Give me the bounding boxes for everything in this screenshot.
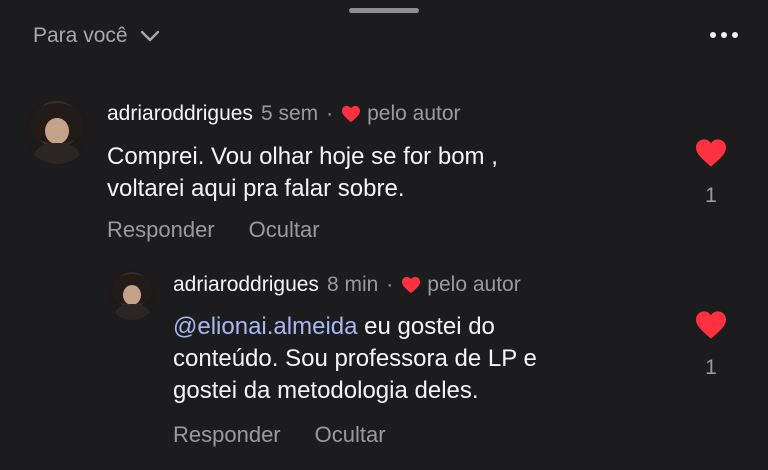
like-count: 1 <box>705 356 717 379</box>
like-count: 1 <box>705 184 717 207</box>
more-options-icon[interactable] <box>710 32 738 38</box>
comments-sheet: Para você adriaroddrigues 5 sem · pelo a… <box>0 0 768 470</box>
mention-link[interactable]: @elionai.almeida <box>173 313 357 340</box>
comment-time: 5 sem <box>260 102 319 125</box>
hide-button[interactable]: Ocultar <box>249 217 320 243</box>
liked-by-author-label: pelo autor <box>427 273 521 296</box>
comment-text-line: Comprei. Vou olhar hoje se for bom , <box>107 143 498 170</box>
comment-text-line: gostei da metodologia deles. <box>173 377 479 404</box>
comment-text-fragment: eu gostei do <box>357 313 495 340</box>
comment-username[interactable]: adriaroddrigues <box>107 102 253 126</box>
filter-label: Para você <box>33 24 128 47</box>
reply-button[interactable]: Responder <box>173 422 281 448</box>
like-heart-icon[interactable] <box>694 138 728 168</box>
comment-username[interactable]: adriaroddrigues <box>173 273 319 297</box>
avatar[interactable] <box>107 270 157 320</box>
like-heart-icon[interactable] <box>694 310 728 340</box>
hide-button[interactable]: Ocultar <box>315 422 386 448</box>
reply-button[interactable]: Responder <box>107 217 215 243</box>
liked-by-author-label: pelo autor <box>367 102 461 125</box>
comment-text-line: @elionai.almeida eu gostei do <box>173 311 537 343</box>
comment-text-line: voltarei aqui pra falar sobre. <box>107 175 405 202</box>
comment-filter-dropdown[interactable]: Para você <box>33 24 160 48</box>
avatar[interactable] <box>24 98 90 164</box>
heart-icon <box>342 105 361 123</box>
sheet-grabber[interactable] <box>349 8 419 13</box>
comment-text: @elionai.almeida eu gostei do conteúdo. … <box>173 311 537 407</box>
heart-icon <box>402 276 421 294</box>
chevron-down-icon <box>140 30 159 42</box>
separator-dot: · <box>326 102 334 125</box>
comment-text: Comprei. Vou olhar hoje se for bom , vol… <box>107 141 498 205</box>
comment-text-line: conteúdo. Sou professora de LP e <box>173 345 537 372</box>
separator-dot: · <box>386 273 394 296</box>
comment-time: 8 min <box>326 273 379 296</box>
